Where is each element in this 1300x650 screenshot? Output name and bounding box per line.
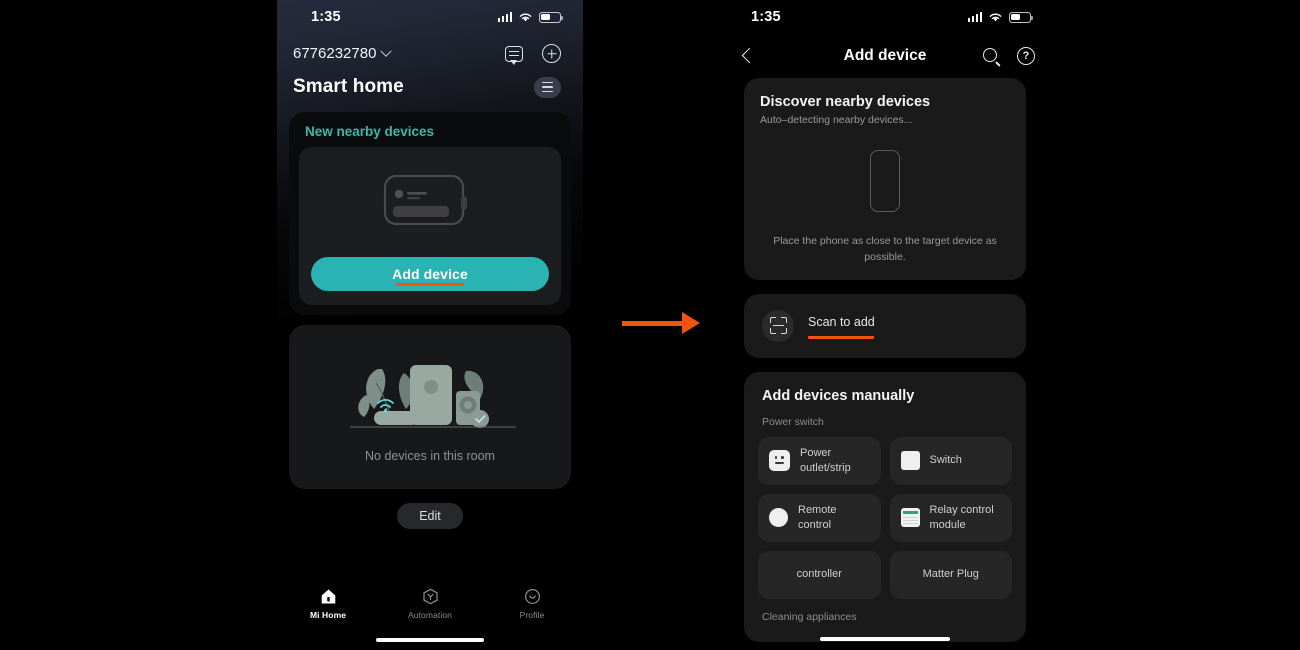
flow-arrow (622, 312, 700, 334)
category-label-cleaning-appliances: Cleaning appliances (762, 610, 857, 623)
home-header-actions (505, 44, 561, 65)
category-label-power-switch: Power switch (762, 415, 824, 428)
profile-smiley-icon (524, 588, 540, 605)
phone-left-mi-home-screen: 1:35 6776232780 Smart home New nearby de… (277, 0, 583, 650)
home-selector[interactable]: 6776232780 (293, 45, 393, 62)
tab-label: Mi Home (309, 610, 347, 620)
nearby-card-body: Add device (299, 147, 561, 305)
flow-arrow-shaft (622, 321, 684, 326)
new-nearby-devices-card: New nearby devices Add device (289, 112, 571, 315)
discover-title: Discover nearby devices (760, 94, 931, 110)
battery-icon (539, 11, 564, 23)
scan-qr-icon (762, 309, 794, 342)
device-tile-remote-control[interactable]: Remote control (758, 493, 881, 542)
device-tile-label: Power outlet/strip (800, 447, 851, 474)
add-devices-manually-card: Add devices manually Power switch Power … (744, 371, 1026, 642)
signal-bars-icon (967, 12, 982, 22)
device-tile-relay-module[interactable]: Relay control module (889, 493, 1012, 542)
status-time: 1:35 (751, 9, 781, 25)
help-circle-icon[interactable]: ? (1017, 47, 1035, 65)
scan-to-add-label-wrap: Scan to add (808, 313, 875, 339)
tab-mi-home[interactable]: Mi Home (277, 588, 379, 620)
hamburger-menu-icon[interactable] (534, 76, 561, 98)
home-id-label: 6776232780 (293, 45, 377, 62)
add-device-button[interactable]: Add device (311, 257, 549, 291)
search-icon[interactable] (983, 47, 1000, 65)
device-tile-label: Switch (929, 454, 962, 467)
power-outlet-icon (769, 450, 790, 471)
page-title: Smart home (293, 76, 404, 97)
device-tile-switch[interactable]: Switch (889, 436, 1012, 485)
home-indicator-left (376, 638, 484, 642)
battery-icon (1009, 11, 1034, 23)
status-time: 1:35 (311, 9, 341, 25)
add-device-navbar: Add device ? (717, 34, 1053, 78)
edit-button[interactable]: Edit (397, 503, 463, 529)
signal-bars-icon (497, 12, 512, 22)
discover-graphic (760, 138, 1010, 224)
status-icons (967, 11, 1034, 23)
flow-arrow-head (682, 312, 700, 334)
home-icon (321, 589, 335, 604)
phone-right-add-device-screen: 1:35 Add device ? Discover nearby device… (717, 0, 1053, 650)
home-title-row: Smart home (277, 63, 583, 98)
plus-circle-icon[interactable] (542, 44, 561, 63)
scan-to-add-label: Scan to add (808, 314, 875, 329)
discover-nearby-devices-card: Discover nearby devices Auto–detecting n… (744, 78, 1026, 280)
home-header: 6776232780 (277, 34, 583, 65)
status-icons (497, 11, 564, 23)
navbar-actions: ? (983, 47, 1035, 65)
chat-icon[interactable] (505, 45, 523, 65)
automation-hexagon-icon (422, 588, 438, 605)
back-chevron-icon[interactable] (735, 44, 759, 68)
edit-button-wrap: Edit (277, 503, 583, 529)
room-empty-text: No devices in this room (365, 449, 495, 463)
device-tile-controller[interactable]: controller (758, 550, 881, 599)
device-tile-label: Remote control (798, 504, 837, 531)
tab-automation[interactable]: Automation (379, 588, 481, 620)
discover-hint: Place the phone as close to the target d… (773, 235, 997, 263)
room-empty-card: No devices in this room (289, 325, 571, 489)
relay-module-icon (900, 508, 920, 527)
wifi-icon (519, 13, 532, 21)
manual-title: Add devices manually (762, 387, 915, 404)
device-tile-matter-plug[interactable]: Matter Plug (889, 550, 1012, 599)
discover-subtitle: Auto–detecting nearby devices... (760, 114, 913, 126)
switch-icon (900, 451, 920, 470)
add-device-button-label: Add device (392, 266, 468, 282)
screenshot-stage: 1:35 6776232780 Smart home New nearby de… (0, 0, 1300, 650)
smart-device-outline-illustration (311, 163, 549, 249)
nearby-card-title: New nearby devices (305, 124, 435, 139)
phone-outline-icon (870, 150, 900, 212)
device-tile-label: controller (796, 568, 842, 581)
tab-profile[interactable]: Profile (481, 588, 583, 620)
status-bar-left: 1:35 (277, 0, 583, 34)
tab-label: Profile (519, 610, 545, 620)
tab-label: Automation (408, 610, 452, 620)
device-tile-label: Relay control module (929, 504, 994, 531)
status-bar-right: 1:35 (717, 0, 1053, 34)
device-tile-label: Matter Plug (922, 568, 979, 581)
device-tile-power-outlet[interactable]: Power outlet/strip (758, 436, 881, 485)
scan-highlight-underline (808, 335, 874, 339)
add-device-highlight-underline (396, 283, 464, 286)
remote-control-icon (769, 508, 788, 527)
empty-room-devices-illustration (320, 351, 540, 443)
home-indicator-right (820, 637, 950, 641)
device-type-grid: Power outlet/strip Switch Remote control… (758, 436, 1012, 599)
scan-to-add-row[interactable]: Scan to add (744, 293, 1026, 358)
wifi-icon (989, 13, 1002, 21)
chevron-down-icon (380, 45, 393, 57)
